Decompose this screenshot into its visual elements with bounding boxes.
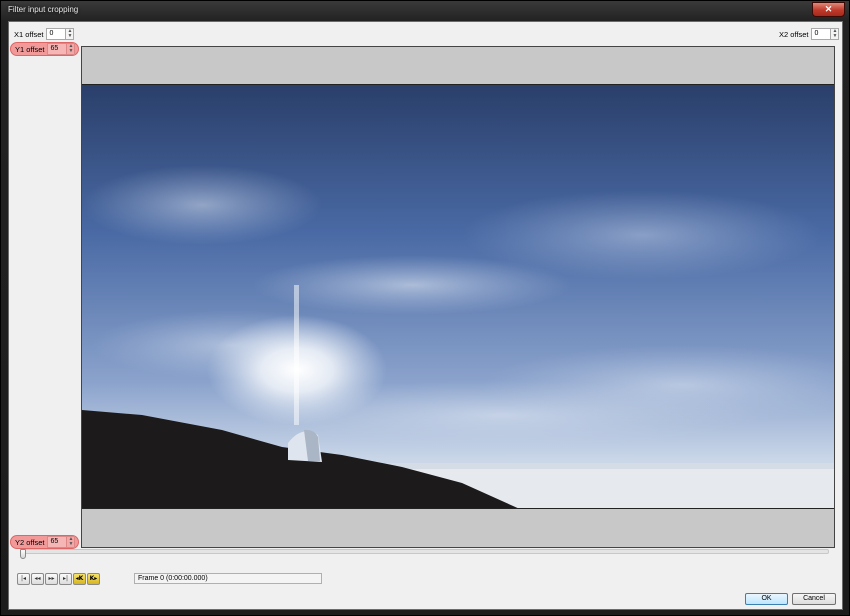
y1-offset-label: Y1 offset	[15, 44, 45, 54]
x2-offset-spinner[interactable]: 0 ▲ ▼	[811, 28, 840, 40]
previous-keyframe-button[interactable]: ◂K	[73, 573, 86, 585]
y2-offset-label: Y2 offset	[15, 537, 45, 547]
previous-frame-button[interactable]: ◂◂	[31, 573, 44, 585]
window-title: Filter input cropping	[8, 5, 79, 14]
y2-offset-input[interactable]: 65	[47, 536, 68, 548]
title-bar[interactable]: Filter input cropping ✕	[1, 1, 850, 21]
spin-down-icon[interactable]: ▼	[67, 49, 74, 54]
go-to-end-icon: ▸|	[62, 575, 69, 582]
x1-offset-input[interactable]: 0	[46, 28, 67, 40]
frame-slider-thumb[interactable]	[20, 549, 26, 559]
frame-info: Frame 0 (0:00:00.000)	[134, 573, 322, 584]
y2-offset-spinner[interactable]: 65 ▲ ▼	[47, 536, 76, 548]
ok-button[interactable]: OK	[745, 593, 788, 605]
next-frame-button[interactable]: ▸▸	[45, 573, 58, 585]
x1-offset-spinner[interactable]: 0 ▲ ▼	[46, 28, 75, 40]
go-to-start-icon: |◂	[20, 575, 27, 582]
x2-offset-input[interactable]: 0	[811, 28, 832, 40]
go-to-end-button[interactable]: ▸|	[59, 573, 72, 585]
transport-controls: |◂ ◂◂ ▸▸ ▸| ◂K K▸	[17, 573, 100, 585]
x1-offset-label: X1 offset	[14, 29, 44, 39]
video-frame	[82, 84, 834, 509]
previous-keyframe-icon: ◂K	[75, 575, 84, 582]
go-to-start-button[interactable]: |◂	[17, 573, 30, 585]
spin-down-icon[interactable]: ▼	[831, 34, 838, 39]
close-button[interactable]: ✕	[812, 2, 845, 17]
x2-offset-label: X2 offset	[779, 29, 809, 39]
close-icon: ✕	[824, 4, 833, 14]
y1-offset-input[interactable]: 65	[47, 43, 68, 55]
frame-slider[interactable]	[23, 549, 829, 554]
spin-down-icon[interactable]: ▼	[66, 34, 73, 39]
next-keyframe-button[interactable]: K▸	[87, 573, 100, 585]
y1-offset-control: Y1 offset 65 ▲ ▼	[10, 42, 80, 56]
spin-down-icon[interactable]: ▼	[67, 542, 74, 547]
y1-offset-spinner[interactable]: 65 ▲ ▼	[47, 43, 76, 55]
previous-frame-icon: ◂◂	[34, 575, 41, 582]
x2-offset-control: X2 offset 0 ▲ ▼	[779, 27, 840, 41]
x1-offset-control: X1 offset 0 ▲ ▼	[14, 27, 75, 41]
dialog-client-area: X1 offset 0 ▲ ▼ Y1 offset 65 ▲ ▼ X2 offs…	[8, 21, 843, 610]
dialog-window: Filter input cropping ✕ X1 offset 0 ▲ ▼ …	[0, 0, 850, 616]
cancel-button[interactable]: Cancel	[792, 593, 836, 605]
preview-area	[81, 46, 835, 548]
next-frame-icon: ▸▸	[48, 575, 55, 582]
video-frame-image	[82, 85, 834, 508]
y2-offset-control: Y2 offset 65 ▲ ▼	[10, 535, 80, 549]
next-keyframe-icon: K▸	[89, 575, 98, 582]
